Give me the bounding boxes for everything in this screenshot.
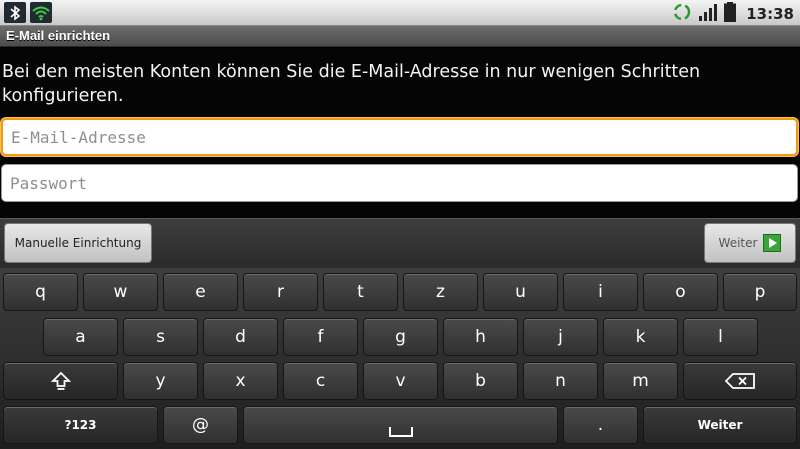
key-c[interactable]: c xyxy=(283,362,358,400)
backspace-icon xyxy=(724,373,755,389)
symbols-key[interactable]: ?123 xyxy=(3,406,158,444)
key-f[interactable]: f xyxy=(283,318,358,356)
page-title: E-Mail einrichten xyxy=(6,28,111,43)
key-w[interactable]: w xyxy=(83,273,158,311)
wifi-icon xyxy=(30,2,52,23)
key-m[interactable]: m xyxy=(603,362,678,400)
signal-strength-icon xyxy=(698,2,718,26)
key-p[interactable]: p xyxy=(723,273,797,311)
next-label: Weiter xyxy=(718,236,758,250)
key-z[interactable]: z xyxy=(403,273,478,311)
key-q[interactable]: q xyxy=(3,273,78,311)
sync-icon xyxy=(672,2,692,26)
key-l[interactable]: l xyxy=(683,318,758,356)
soft-keyboard: q w e r t z u i o p a s d f g h j k l y … xyxy=(0,268,800,449)
key-h[interactable]: h xyxy=(443,318,518,356)
space-bar-icon xyxy=(388,427,413,437)
battery-icon xyxy=(724,2,737,26)
manual-setup-label: Manuelle Einrichtung xyxy=(14,236,142,250)
setup-form: Bei den meisten Konten können Sie die E-… xyxy=(0,48,800,218)
key-v[interactable]: v xyxy=(363,362,438,400)
key-d[interactable]: d xyxy=(203,318,278,356)
arrow-right-icon xyxy=(763,234,782,252)
shift-icon xyxy=(50,371,71,390)
key-t[interactable]: t xyxy=(323,273,398,311)
key-b[interactable]: b xyxy=(443,362,518,400)
key-j[interactable]: j xyxy=(523,318,598,356)
space-key[interactable] xyxy=(243,406,558,444)
key-n[interactable]: n xyxy=(523,362,598,400)
key-o[interactable]: o xyxy=(643,273,718,311)
key-dot[interactable]: . xyxy=(563,406,638,444)
key-a[interactable]: a xyxy=(43,318,118,356)
status-bar: 13:38 xyxy=(0,0,800,26)
password-input[interactable] xyxy=(2,165,797,201)
title-bar: E-Mail einrichten xyxy=(0,26,800,47)
clock: 13:38 xyxy=(746,5,794,23)
enter-key[interactable]: Weiter xyxy=(643,406,797,444)
next-button[interactable]: Weiter xyxy=(704,223,796,263)
manual-setup-button[interactable]: Manuelle Einrichtung xyxy=(4,223,152,263)
key-k[interactable]: k xyxy=(603,318,678,356)
key-x[interactable]: x xyxy=(203,362,278,400)
key-y[interactable]: y xyxy=(123,362,198,400)
bluetooth-icon xyxy=(4,2,26,23)
shift-key[interactable] xyxy=(3,362,118,400)
key-u[interactable]: u xyxy=(483,273,558,311)
key-s[interactable]: s xyxy=(123,318,198,356)
password-field-frame xyxy=(1,164,798,202)
key-r[interactable]: r xyxy=(243,273,318,311)
key-e[interactable]: e xyxy=(163,273,238,311)
backspace-key[interactable] xyxy=(683,362,797,400)
key-i[interactable]: i xyxy=(563,273,638,311)
intro-text: Bei den meisten Konten können Sie die E-… xyxy=(2,62,701,106)
key-g[interactable]: g xyxy=(363,318,438,356)
key-at[interactable]: @ xyxy=(163,406,238,444)
email-field-frame xyxy=(1,118,798,156)
action-bar: Manuelle Einrichtung Weiter xyxy=(0,218,800,268)
email-input[interactable] xyxy=(3,120,796,154)
